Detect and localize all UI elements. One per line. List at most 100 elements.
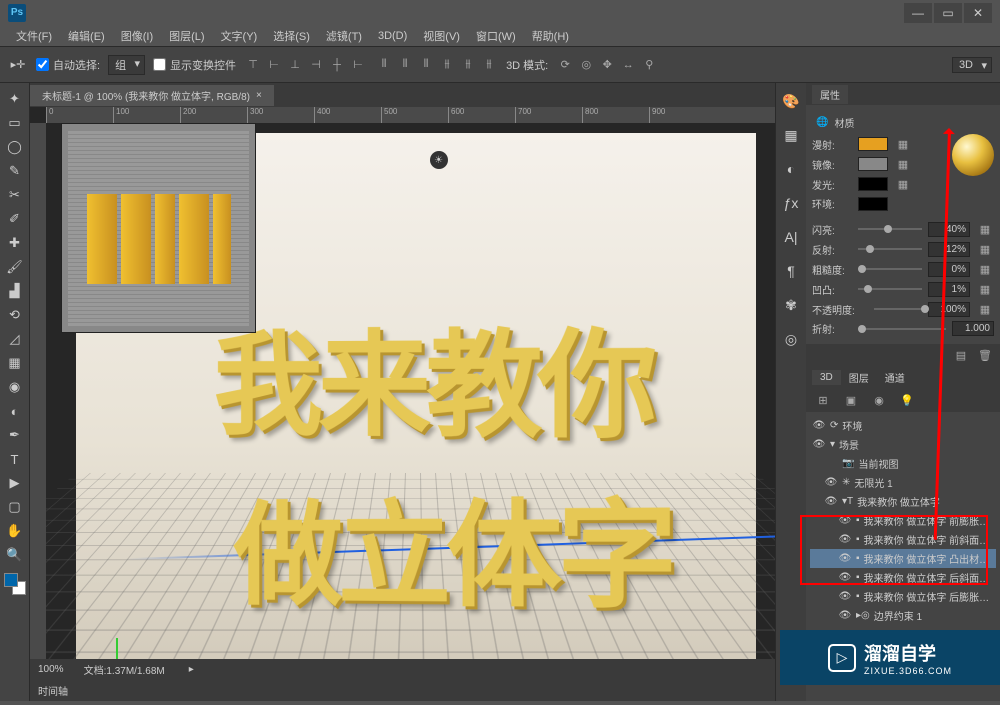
opacity-input[interactable]	[928, 302, 970, 317]
visibility-toggle-icon[interactable]: 👁	[838, 591, 852, 602]
tree-back-inflation[interactable]: 👁▪我来教你 做立体字 后膨胀…	[810, 587, 996, 606]
visibility-toggle-icon[interactable]: 👁	[838, 610, 852, 621]
shine-tex-icon[interactable]: ▦	[976, 221, 994, 237]
glow-swatch[interactable]	[858, 177, 888, 191]
light-indicator-icon[interactable]: ☀	[430, 151, 448, 169]
tree-text-group[interactable]: 👁▾T我来教你 做立体字	[810, 492, 996, 511]
dist-1-icon[interactable]: ⫴	[375, 57, 393, 73]
menu-layer[interactable]: 图层(L)	[161, 26, 212, 46]
swatches-panel-icon[interactable]: ▦	[781, 125, 801, 145]
dist-5-icon[interactable]: ⫵	[459, 57, 477, 73]
maximize-button[interactable]: ▭	[934, 3, 962, 23]
dist-4-icon[interactable]: ⫵	[438, 57, 456, 73]
brush-tool[interactable]: 🖌	[3, 256, 27, 278]
healing-tool[interactable]: ✚	[3, 232, 27, 254]
tree-constraint[interactable]: 👁▸◎边界约束 1	[810, 606, 996, 625]
eraser-tool[interactable]: ◿	[3, 328, 27, 350]
rough-tex-icon[interactable]: ▦	[976, 261, 994, 277]
roll-icon[interactable]: ◎	[577, 57, 595, 73]
tree-scene[interactable]: 👁▾场景	[810, 435, 996, 454]
visibility-toggle-icon[interactable]: 👁	[838, 534, 852, 545]
pan-icon[interactable]: ✥	[598, 57, 616, 73]
fg-color-swatch[interactable]	[4, 573, 18, 587]
tree-front-bevel[interactable]: 👁▪我来教你 做立体字 前斜面…	[810, 530, 996, 549]
tree-current-view[interactable]: 📷当前视图	[810, 454, 996, 473]
menu-type[interactable]: 文字(Y)	[213, 26, 266, 46]
crop-tool[interactable]: ✂	[3, 184, 27, 206]
path-select-tool[interactable]: ▶	[3, 472, 27, 494]
tree-extrusion[interactable]: 👁▪我来教你 做立体字 凸出材…	[810, 549, 996, 568]
close-button[interactable]: ✕	[964, 3, 992, 23]
secondary-view-panel[interactable]	[61, 123, 256, 333]
dist-6-icon[interactable]: ⫵	[480, 57, 498, 73]
tree-back-bevel[interactable]: 👁▪我来教你 做立体字 后斜面…	[810, 568, 996, 587]
status-more-icon[interactable]: ▸	[189, 664, 194, 675]
specular-texture-icon[interactable]: ▦	[894, 156, 912, 172]
visibility-toggle-icon[interactable]: 👁	[812, 420, 826, 431]
zoom-level[interactable]: 100%	[38, 664, 64, 675]
roughness-input[interactable]	[928, 262, 970, 277]
menu-view[interactable]: 视图(V)	[415, 26, 468, 46]
tree-front-inflation[interactable]: 👁▪我来教你 做立体字 前膨胀…	[810, 511, 996, 530]
material-preview-sphere[interactable]	[952, 134, 994, 176]
menu-3d[interactable]: 3D(D)	[370, 28, 415, 44]
visibility-toggle-icon[interactable]: 👁	[838, 515, 852, 526]
shine-slider[interactable]	[858, 223, 922, 235]
opac-tex-icon[interactable]: ▦	[976, 301, 994, 317]
menu-image[interactable]: 图像(I)	[113, 26, 161, 46]
filter-light-icon[interactable]: 💡	[898, 392, 916, 408]
visibility-toggle-icon[interactable]: 👁	[812, 439, 826, 450]
timeline-panel-tab[interactable]: 时间轴	[30, 679, 775, 701]
align-top-icon[interactable]: ⊤	[244, 57, 262, 73]
tree-infinite-light[interactable]: 👁✳无限光 1	[810, 473, 996, 492]
auto-select-dropdown[interactable]: 组	[108, 55, 145, 75]
ambient-swatch[interactable]	[858, 197, 888, 211]
menu-select[interactable]: 选择(S)	[265, 26, 318, 46]
align-bottom-icon[interactable]: ⊥	[286, 57, 304, 73]
trash-icon[interactable]: 🗑	[976, 347, 994, 363]
3d-text-line1[interactable]: 我来教你	[214, 290, 653, 461]
dodge-tool[interactable]: ◐	[3, 400, 27, 422]
channels-tab[interactable]: 通道	[877, 368, 913, 387]
refl-tex-icon[interactable]: ▦	[976, 241, 994, 257]
dist-3-icon[interactable]: ⫴	[417, 57, 435, 73]
align-left-icon[interactable]: ⊣	[307, 57, 325, 73]
type-tool[interactable]: T	[3, 448, 27, 470]
menu-filter[interactable]: 滤镜(T)	[318, 26, 370, 46]
specular-swatch[interactable]	[858, 157, 888, 171]
shine-input[interactable]	[928, 222, 970, 237]
shape-tool[interactable]: ▢	[3, 496, 27, 518]
bump-slider[interactable]	[858, 283, 922, 295]
refraction-slider[interactable]	[858, 323, 946, 335]
zoom-tool[interactable]: 🔍	[3, 544, 27, 566]
paragraph-panel-icon[interactable]: ¶	[781, 261, 801, 281]
marquee-tool[interactable]: ▭	[3, 112, 27, 134]
visibility-toggle-icon[interactable]: 👁	[838, 553, 852, 564]
visibility-toggle-icon[interactable]: 👁	[824, 496, 838, 507]
properties-tab[interactable]: 属性	[812, 85, 848, 104]
reflection-input[interactable]	[928, 242, 970, 257]
bump-tex-icon[interactable]: ▦	[976, 281, 994, 297]
menu-window[interactable]: 窗口(W)	[468, 26, 524, 46]
blur-tool[interactable]: ◉	[3, 376, 27, 398]
adjustments-panel-icon[interactable]: ◐	[781, 159, 801, 179]
workspace-dropdown[interactable]: 3D	[952, 57, 992, 73]
dist-2-icon[interactable]: ⫴	[396, 57, 414, 73]
align-right-icon[interactable]: ⊢	[349, 57, 367, 73]
canvas[interactable]: 我来教你 做立体字 ⊕ + 1 ☀	[46, 123, 775, 659]
3d-tab[interactable]: 3D	[812, 370, 841, 385]
hand-tool[interactable]: ✋	[3, 520, 27, 542]
quick-select-tool[interactable]: ✎	[3, 160, 27, 182]
eyedropper-tool[interactable]: ✐	[3, 208, 27, 230]
diffuse-swatch[interactable]	[858, 137, 888, 151]
visibility-toggle-icon[interactable]: 👁	[838, 572, 852, 583]
history-brush-tool[interactable]: ⟲	[3, 304, 27, 326]
show-transform-checkbox[interactable]	[153, 58, 166, 71]
brush-panel-icon[interactable]: ✾	[781, 295, 801, 315]
styles-panel-icon[interactable]: ƒx	[781, 193, 801, 213]
move-tool[interactable]: ✦	[3, 88, 27, 110]
roughness-slider[interactable]	[858, 263, 922, 275]
filter-mesh-icon[interactable]: ▣	[842, 392, 860, 408]
filter-material-icon[interactable]: ◉	[870, 392, 888, 408]
minimize-button[interactable]: —	[904, 3, 932, 23]
